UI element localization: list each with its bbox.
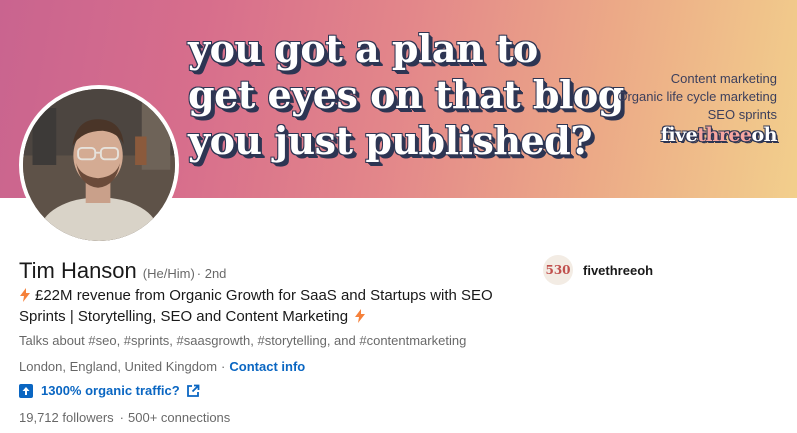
banner-service: SEO sprints bbox=[707, 107, 777, 122]
lightning-bolt-icon bbox=[355, 309, 366, 323]
website-link[interactable]: 1300% organic traffic? bbox=[41, 383, 180, 398]
banner-headline: you got a plan to get eyes on that blog … bbox=[188, 26, 624, 164]
name-row: Tim Hanson (He/Him) · 2nd bbox=[19, 258, 226, 284]
profile-headline: £22M revenue from Organic Growth for Saa… bbox=[19, 285, 539, 327]
external-link-icon[interactable] bbox=[186, 384, 200, 398]
profile-name: Tim Hanson bbox=[19, 258, 137, 283]
banner-headline-line: you just published? bbox=[188, 118, 593, 163]
banner-service: Content marketing bbox=[670, 71, 777, 86]
connections-row: 19,712 followers · 500+ connections bbox=[19, 410, 230, 425]
contact-info-link[interactable]: Contact info bbox=[229, 359, 305, 374]
website-row: 1300% organic traffic? bbox=[19, 383, 200, 398]
headline-text: £22M revenue from Organic Growth for Saa… bbox=[19, 287, 493, 325]
connection-degree: · 2nd bbox=[196, 266, 227, 281]
banner-headline-line: you got a plan to bbox=[188, 26, 538, 71]
separator-dot: · bbox=[119, 410, 125, 425]
banner-logo: fivethreeoh bbox=[660, 124, 778, 146]
banner-service: Organic life cycle marketing bbox=[617, 89, 777, 104]
current-company[interactable]: 530 fivethreeoh bbox=[543, 255, 653, 285]
talks-about: Talks about #seo, #sprints, #saasgrowth,… bbox=[19, 333, 467, 348]
followers-count[interactable]: 19,712 followers bbox=[19, 410, 114, 425]
banner-services: Content marketing Organic life cycle mar… bbox=[617, 70, 777, 124]
separator-dot: · bbox=[221, 359, 226, 374]
company-name: fivethreeoh bbox=[583, 262, 654, 278]
location-row: London, England, United Kingdom · Contact … bbox=[19, 359, 305, 374]
avatar-portrait bbox=[23, 89, 175, 241]
pronouns: (He/Him) bbox=[142, 266, 195, 281]
connections-count[interactable]: 500+ connections bbox=[128, 410, 230, 425]
location: London, England, United Kingdom bbox=[19, 359, 218, 374]
company-logo: 530 bbox=[543, 255, 573, 285]
lightning-bolt-icon bbox=[20, 288, 30, 302]
profile-photo[interactable] bbox=[19, 85, 179, 245]
banner-headline-line: get eyes on that blog bbox=[188, 72, 624, 117]
arrow-up-box-icon bbox=[19, 383, 33, 398]
